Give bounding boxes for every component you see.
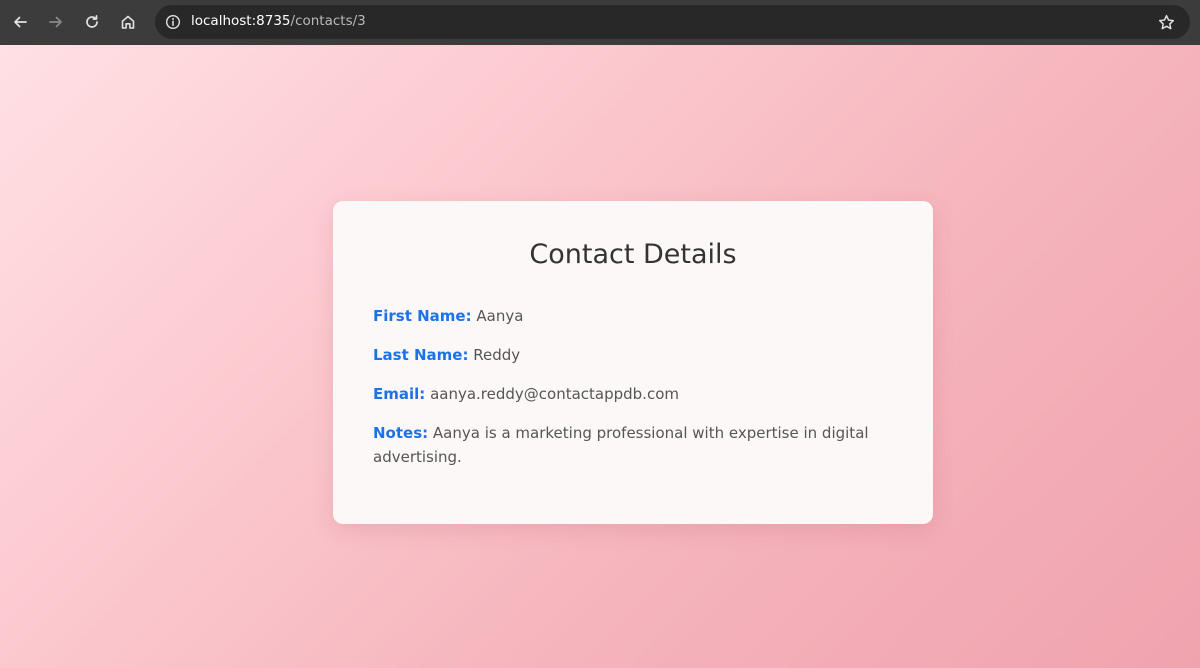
- last-name-field: Last Name: Reddy: [373, 343, 893, 367]
- last-name-label: Last Name:: [373, 346, 469, 364]
- first-name-field: First Name: Aanya: [373, 304, 893, 328]
- notes-label: Notes:: [373, 424, 429, 442]
- star-icon: [1158, 14, 1174, 29]
- address-bar[interactable]: localhost:8735/contacts/3: [155, 5, 1190, 39]
- back-button[interactable]: [7, 9, 33, 35]
- contact-details-card: Contact Details First Name: Aanya Last N…: [333, 201, 933, 524]
- email-value: aanya.reddy@contactappdb.com: [430, 385, 679, 403]
- first-name-label: First Name:: [373, 307, 472, 325]
- url-text[interactable]: localhost:8735/contacts/3: [191, 13, 366, 29]
- home-button[interactable]: [115, 9, 141, 35]
- browser-toolbar: localhost:8735/contacts/3: [0, 0, 1200, 45]
- home-icon: [121, 15, 135, 29]
- page-title: Contact Details: [529, 239, 737, 270]
- arrow-left-icon: [14, 16, 27, 28]
- notes-field: Notes: Aanya is a marketing professional…: [373, 421, 893, 469]
- page-viewport: Contact Details First Name: Aanya Last N…: [0, 45, 1200, 668]
- bookmark-button[interactable]: [1156, 12, 1176, 32]
- email-label: Email:: [373, 385, 426, 403]
- url-host: localhost:8735: [191, 13, 291, 29]
- first-name-value: Aanya: [476, 307, 524, 325]
- reload-icon: [86, 14, 98, 28]
- last-name-value: Reddy: [473, 346, 521, 364]
- reload-button[interactable]: [79, 9, 105, 35]
- arrow-right-icon: [49, 16, 62, 28]
- forward-button[interactable]: [43, 9, 69, 35]
- email-field: Email: aanya.reddy@contactappdb.com: [373, 382, 893, 406]
- url-path: /contacts/3: [290, 13, 366, 29]
- info-icon[interactable]: [163, 12, 183, 32]
- notes-value: Aanya is a marketing professional with e…: [373, 424, 869, 466]
